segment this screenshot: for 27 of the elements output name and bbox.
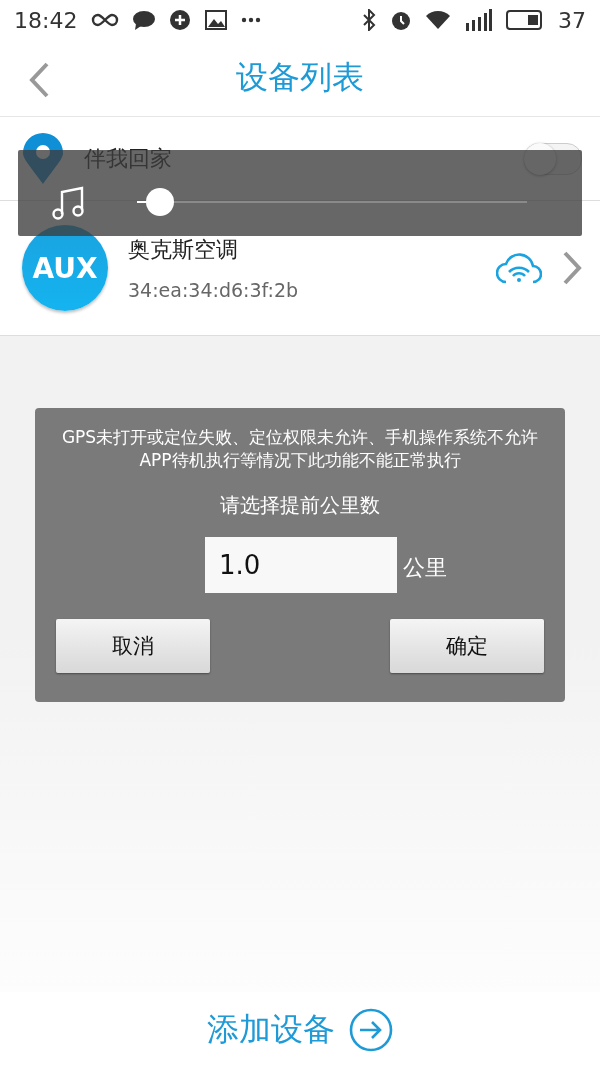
music-note-icon — [52, 186, 84, 220]
battery-level: 37 — [558, 7, 586, 33]
infinity-icon — [91, 12, 120, 28]
status-time: 18:42 — [14, 7, 78, 33]
signal-icon — [464, 9, 492, 31]
image-icon — [205, 10, 228, 30]
more-icon — [241, 17, 262, 23]
alarm-icon — [390, 9, 412, 31]
dialog-button[interactable]: 确定 — [390, 619, 544, 673]
cloud-wifi-icon — [496, 252, 542, 284]
page-title: 设备列表 — [236, 57, 364, 98]
distance-input[interactable]: 1.0 — [205, 537, 397, 593]
battery-icon — [506, 10, 544, 30]
wifi-icon — [426, 10, 450, 30]
device-name: 奥克斯空调 — [128, 236, 239, 264]
dialog-message: GPS未打开或定位失败、定位权限未允许、手机操作系统不允许APP待机执行等情况下此功能不能正常执行 — [60, 426, 540, 472]
dialog-button[interactable]: 取消 — [56, 619, 210, 673]
bluetooth-icon — [362, 9, 376, 31]
back-icon[interactable] — [28, 62, 50, 98]
unit-label: 公里 — [403, 554, 447, 582]
chevron-right-icon[interactable] — [562, 251, 582, 285]
arrow-circle-icon — [349, 1007, 393, 1052]
slider-thumb[interactable] — [146, 188, 175, 216]
dialog-prompt: 请选择提前公里数 — [220, 492, 380, 519]
mac-address: 34:ea:34:d6:3f:2b — [128, 279, 300, 301]
device-name: 伴我回家 — [84, 144, 172, 173]
chat-bubble-icon — [133, 10, 156, 30]
